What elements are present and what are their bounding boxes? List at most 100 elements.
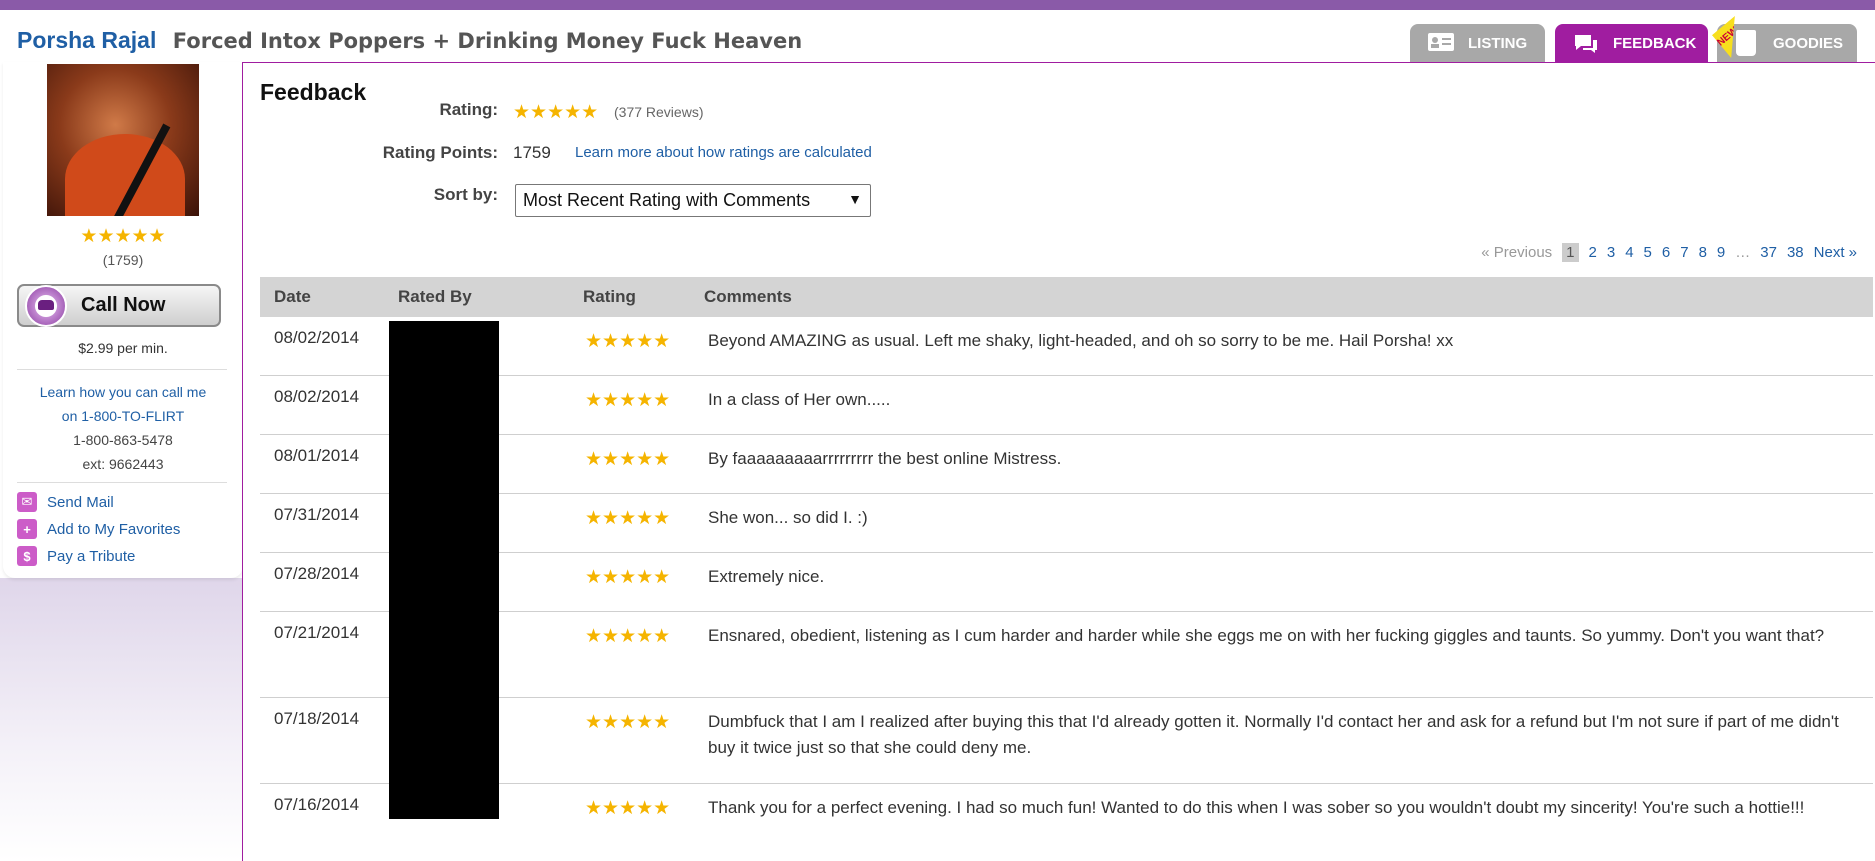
performer-name[interactable]: Porsha Rajal	[17, 27, 156, 53]
call-now-label: Call Now	[81, 294, 166, 316]
row-comment: Dumbfuck that I am I realized after buyi…	[708, 712, 1839, 757]
send-mail-label: Send Mail	[47, 493, 114, 511]
row-comment: By faaaaaaaaarrrrrrrrr the best online M…	[708, 449, 1062, 468]
pager-previous: « Previous	[1481, 244, 1553, 261]
send-mail-link[interactable]: ✉ Send Mail	[17, 492, 114, 512]
overall-star-rating: ★★★★★	[513, 102, 599, 123]
top-bar	[0, 0, 1875, 10]
row-date: 07/18/2014	[274, 709, 360, 728]
row-star-rating: ★★★★★	[585, 449, 671, 470]
feedback-panel: Feedback Rating: ★★★★★ (377 Reviews) Rat…	[242, 62, 1875, 861]
row-star-rating: ★★★★★	[585, 508, 671, 529]
column-rating: Rating	[583, 287, 636, 306]
phone-icon	[25, 284, 67, 327]
sidebar-rating-points: (1759)	[102, 252, 144, 268]
performer-photo[interactable]	[47, 64, 199, 216]
rating-points-value: 1759	[513, 143, 551, 162]
plus-icon: +	[17, 519, 37, 539]
row-date: 07/28/2014	[274, 564, 360, 583]
pager-page-37[interactable]: 37	[1760, 244, 1777, 261]
chat-bubbles-icon	[1573, 33, 1599, 53]
learn-call-link[interactable]: Learn how you can call me on 1-800-TO-FL…	[3, 380, 243, 428]
pager-next[interactable]: Next »	[1814, 244, 1857, 261]
divider	[17, 482, 227, 483]
pagination: « Previous 1 2 3 4 5 6 7 8 9 … 37 38 Nex…	[1471, 243, 1857, 262]
add-favorites-link[interactable]: + Add to My Favorites	[17, 519, 180, 539]
sidebar-star-rating: ★★★★★	[80, 226, 166, 247]
phone-extension: ext: 9662443	[82, 456, 164, 472]
dropdown-arrow-icon: ▼	[848, 191, 862, 207]
row-star-rating: ★★★★★	[585, 712, 671, 733]
table-row: 08/02/2014 ★★★★★ In a class of Her own..…	[260, 376, 1873, 435]
table-row: 07/16/2014 ★★★★★ Thank you for a perfect…	[260, 784, 1873, 860]
tab-goodies-label: GOODIES	[1773, 34, 1844, 52]
pager-page-6[interactable]: 6	[1662, 244, 1670, 261]
background-gradient	[0, 578, 242, 861]
row-date: 08/02/2014	[274, 387, 360, 406]
shopping-bag-icon	[1736, 30, 1756, 56]
row-date: 07/31/2014	[274, 505, 360, 524]
learn-call-line-2: on 1-800-TO-FLIRT	[61, 408, 185, 424]
column-comments: Comments	[704, 287, 792, 306]
pager-page-9[interactable]: 9	[1717, 244, 1725, 261]
row-comment: Ensnared, obedient, listening as I cum h…	[708, 626, 1825, 645]
table-row: 07/21/2014 ★★★★★ Ensnared, obedient, lis…	[260, 612, 1873, 698]
pay-tribute-link[interactable]: $ Pay a Tribute	[17, 546, 135, 566]
table-header: Date Rated By Rating Comments	[260, 277, 1873, 317]
row-comment: In a class of Her own.....	[708, 390, 891, 409]
row-comment: Thank you for a perfect evening. I had s…	[708, 798, 1805, 817]
call-now-button[interactable]: Call Now	[17, 284, 221, 327]
row-comment: Beyond AMAZING as usual. Left me shaky, …	[708, 331, 1454, 350]
row-star-rating: ★★★★★	[585, 331, 671, 352]
redaction-box	[389, 321, 499, 819]
page-header: Porsha Rajal Forced Intox Poppers + Drin…	[17, 27, 802, 54]
table-row: 07/31/2014 ★★★★★ She won... so did I. :)	[260, 494, 1873, 553]
sort-label: Sort by:	[433, 185, 498, 204]
pager-page-8[interactable]: 8	[1699, 244, 1707, 261]
pager-page-7[interactable]: 7	[1680, 244, 1688, 261]
pager-page-4[interactable]: 4	[1625, 244, 1633, 261]
row-star-rating: ★★★★★	[585, 390, 671, 411]
tab-listing[interactable]: LISTING	[1410, 24, 1545, 62]
row-date: 08/02/2014	[274, 328, 360, 347]
phone-number: 1-800-863-5478	[73, 432, 173, 448]
divider	[17, 369, 227, 370]
pager-page-3[interactable]: 3	[1607, 244, 1615, 261]
pager-page-38[interactable]: 38	[1787, 244, 1804, 261]
row-comment: She won... so did I. :)	[708, 508, 868, 527]
row-star-rating: ★★★★★	[585, 626, 671, 647]
learn-call-line-1: Learn how you can call me	[39, 384, 207, 400]
pager-page-5[interactable]: 5	[1644, 244, 1652, 261]
listing-title: Forced Intox Poppers + Drinking Money Fu…	[172, 29, 803, 53]
rating-points-label: Rating Points:	[382, 143, 498, 162]
tab-listing-label: LISTING	[1468, 34, 1528, 52]
price-per-minute: $2.99 per min.	[78, 340, 168, 356]
add-favorites-label: Add to My Favorites	[47, 520, 181, 538]
ratings-info-link[interactable]: Learn more about how ratings are calcula…	[575, 144, 872, 161]
pager-ellipsis: …	[1735, 244, 1751, 261]
sort-select-value: Most Recent Rating with Comments	[523, 190, 811, 210]
sidebar: ★★★★★ (1759) Call Now $2.99 per min. Lea…	[3, 62, 243, 578]
tab-feedback-label: FEEDBACK	[1613, 34, 1697, 52]
row-comment: Extremely nice.	[708, 567, 825, 586]
dollar-icon: $	[17, 546, 37, 566]
tab-feedback[interactable]: FEEDBACK	[1555, 24, 1708, 62]
table-row: 07/28/2014 ★★★★★ Extremely nice.	[260, 553, 1873, 612]
row-star-rating: ★★★★★	[585, 798, 671, 819]
mail-icon: ✉	[17, 492, 37, 512]
id-card-icon	[1428, 33, 1454, 53]
row-date: 08/01/2014	[274, 446, 360, 465]
column-date: Date	[274, 287, 311, 306]
column-rated-by: Rated By	[398, 287, 472, 306]
row-date: 07/21/2014	[274, 623, 360, 642]
pager-current-page: 1	[1562, 243, 1579, 262]
table-row: 07/18/2014 ★★★★★ Dumbfuck that I am I re…	[260, 698, 1873, 784]
phone-info: 1-800-863-5478 ext: 9662443	[3, 428, 243, 476]
table-row: 08/02/2014 ★★★★★ Beyond AMAZING as usual…	[260, 317, 1873, 376]
pager-page-2[interactable]: 2	[1589, 244, 1597, 261]
table-row: 08/01/2014 ★★★★★ By faaaaaaaaarrrrrrrrr …	[260, 435, 1873, 494]
sort-select[interactable]: Most Recent Rating with Comments ▼	[515, 184, 871, 217]
pay-tribute-label: Pay a Tribute	[47, 547, 136, 565]
rating-label: Rating:	[439, 100, 498, 119]
row-star-rating: ★★★★★	[585, 567, 671, 588]
